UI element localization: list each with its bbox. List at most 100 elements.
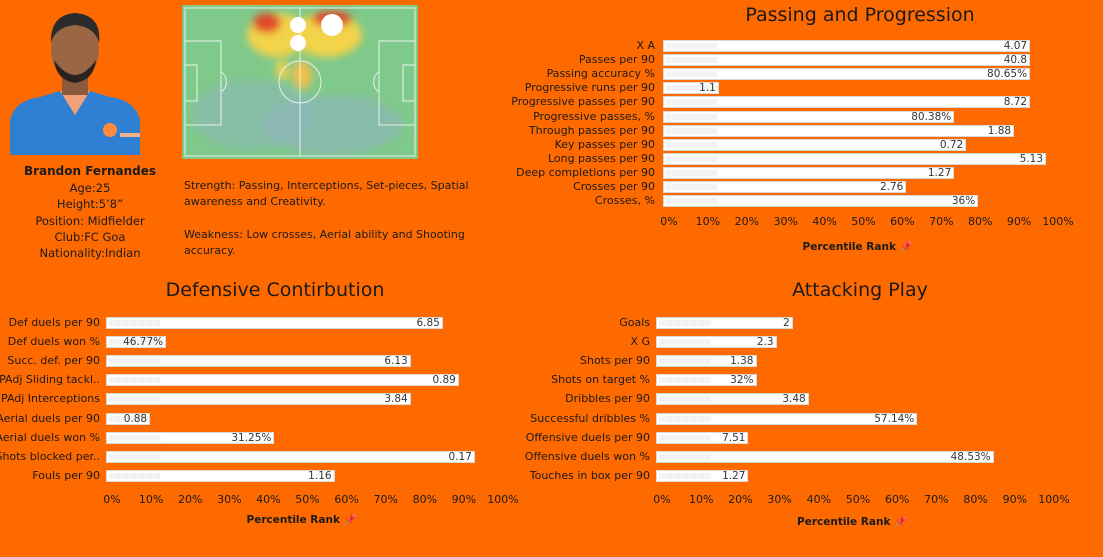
category-label: Goals bbox=[619, 316, 650, 329]
bar-value-label: 3.84 bbox=[384, 393, 408, 406]
x-tick-label: 50% bbox=[845, 493, 871, 506]
bar-attacking[interactable]: 2.3 bbox=[656, 336, 777, 349]
x-tick-label: 10% bbox=[695, 215, 721, 228]
bar-attacking[interactable]: 1.27 bbox=[656, 469, 749, 482]
player-club: Club:FC Goa bbox=[54, 230, 126, 244]
x-axis-title: Percentile Rank 📌 bbox=[797, 515, 908, 528]
category-label: X A bbox=[636, 39, 655, 52]
x-tick-label: 100% bbox=[487, 493, 519, 506]
bar-reference-shade bbox=[666, 127, 718, 134]
bar-defensive[interactable]: 6.13 bbox=[106, 355, 411, 368]
chart-title-defensive: Defensive Contirbution bbox=[165, 279, 385, 301]
x-tick-label: 50% bbox=[295, 493, 320, 506]
bar-attacking[interactable]: 1.38 bbox=[656, 355, 757, 368]
bar-value-label: 57.14% bbox=[874, 412, 915, 425]
bar-passing[interactable]: 2.76 bbox=[663, 181, 907, 193]
category-label: Touches in box per 90 bbox=[529, 468, 650, 482]
bar-value-label: 80.38% bbox=[911, 110, 952, 123]
bar-defensive[interactable]: 31.25% bbox=[106, 431, 275, 444]
bar-defensive[interactable]: 3.84 bbox=[106, 393, 411, 406]
chart-title-attacking: Attacking Play bbox=[792, 279, 928, 301]
bar-defensive[interactable]: 46.77% bbox=[106, 336, 167, 349]
x-tick-label: 0% bbox=[660, 215, 678, 228]
bar-attacking[interactable]: 2 bbox=[656, 317, 793, 329]
x-tick-label: 30% bbox=[773, 215, 798, 228]
bar-reference-shade bbox=[109, 453, 162, 460]
x-tick-label: 0% bbox=[103, 493, 121, 506]
bar-passing[interactable]: 1.88 bbox=[663, 124, 1015, 137]
bar-passing[interactable]: 80.38% bbox=[663, 110, 955, 123]
bar-reference-shade bbox=[666, 71, 718, 78]
bar-reference-shade bbox=[659, 415, 712, 422]
bar-attacking[interactable]: 3.48 bbox=[656, 393, 809, 406]
bar-passing[interactable]: 80.65% bbox=[663, 68, 1031, 81]
x-tick-label: 0% bbox=[653, 493, 671, 506]
bar-attacking[interactable]: 32% bbox=[656, 374, 757, 387]
bar-value-label: 1.27 bbox=[927, 166, 952, 179]
bar-value-label: 0.72 bbox=[939, 138, 964, 151]
x-tick-label: 60% bbox=[884, 493, 910, 506]
heatmap-marker bbox=[290, 35, 306, 51]
bar-defensive[interactable]: 6.85 bbox=[106, 317, 443, 329]
bar-defensive[interactable]: 0.17 bbox=[106, 450, 475, 463]
category-label: Progressive passes, % bbox=[533, 109, 655, 123]
bar-value-label: 48.53% bbox=[950, 450, 991, 463]
bar-reference-shade bbox=[659, 434, 712, 441]
category-label: Through passes per 90 bbox=[528, 123, 655, 137]
bar-defensive[interactable]: 1.16 bbox=[106, 469, 335, 482]
bar-reference-shade bbox=[666, 43, 718, 49]
bar-value-label: 6.85 bbox=[416, 317, 440, 329]
bar-reference-shade bbox=[109, 434, 162, 441]
bar-value-label: 46.77% bbox=[123, 336, 164, 349]
bar-defensive[interactable]: 0.89 bbox=[106, 374, 459, 387]
category-label: Key passes per 90 bbox=[554, 137, 655, 151]
x-tick-label: 20% bbox=[177, 493, 203, 506]
category-label: Successful dribbles % bbox=[530, 411, 650, 425]
pin-icon[interactable]: 📌 bbox=[890, 515, 908, 528]
bar-value-label: 2 bbox=[782, 317, 790, 329]
bar-passing[interactable]: 40.8 bbox=[663, 54, 1031, 67]
strength-text: Strength: Passing, Interceptions, Set-pi… bbox=[184, 179, 469, 208]
category-label: Shots on target % bbox=[551, 373, 650, 387]
bar-value-label: 7.51 bbox=[722, 431, 746, 444]
x-tick-label: 80% bbox=[963, 493, 988, 506]
category-label: Fouls per 90 bbox=[32, 468, 100, 482]
bar-passing[interactable]: 8.72 bbox=[663, 96, 1031, 109]
bar-value-label: 40.8 bbox=[1003, 54, 1028, 67]
x-tick-label: 90% bbox=[451, 493, 477, 506]
x-axis-title: Percentile Rank 📌 bbox=[803, 240, 914, 253]
bar-passing[interactable]: 4.07 bbox=[663, 40, 1031, 52]
weakness-text: Weakness: Low crosses, Aerial ability an… bbox=[184, 228, 465, 257]
pin-icon[interactable]: 📌 bbox=[896, 240, 914, 253]
bar-reference-shade bbox=[109, 358, 162, 365]
bar-value-label: 1.88 bbox=[987, 124, 1012, 137]
bar-passing[interactable]: 1.1 bbox=[663, 82, 719, 95]
bar-value-label: 8.72 bbox=[1003, 96, 1028, 109]
x-axis-title-text: Percentile Rank bbox=[797, 516, 891, 528]
pin-icon[interactable]: 📌 bbox=[340, 513, 358, 526]
heatmap-pitch bbox=[182, 5, 418, 159]
bar-attacking[interactable]: 7.51 bbox=[656, 431, 749, 444]
category-label: Offensive duels won % bbox=[524, 449, 650, 463]
bar-attacking[interactable]: 48.53% bbox=[656, 450, 994, 463]
bar-value-label: 3.48 bbox=[782, 393, 806, 406]
heatmap-marker bbox=[321, 14, 343, 36]
bar-passing[interactable]: 0.72 bbox=[663, 138, 967, 151]
x-tick-label: 20% bbox=[734, 215, 760, 228]
category-label: Passes per 90 bbox=[578, 53, 655, 67]
bar-passing[interactable]: 1.27 bbox=[663, 166, 955, 179]
x-tick-label: 40% bbox=[806, 493, 832, 506]
x-tick-label: 40% bbox=[812, 215, 837, 228]
bar-value-label: 0.17 bbox=[448, 450, 472, 463]
bar-defensive[interactable]: 0.88 bbox=[106, 412, 151, 425]
bar-reference-shade bbox=[109, 377, 162, 384]
bar-value-label: 32% bbox=[730, 374, 754, 387]
x-tick-label: 60% bbox=[890, 215, 915, 228]
bar-passing[interactable]: 36% bbox=[663, 195, 979, 208]
x-tick-label: 80% bbox=[967, 215, 993, 228]
bar-reference-shade bbox=[666, 184, 718, 190]
bar-reference-shade bbox=[666, 198, 718, 205]
bar-passing[interactable]: 5.13 bbox=[663, 152, 1047, 165]
category-label: Long passes per 90 bbox=[547, 151, 655, 165]
bar-attacking[interactable]: 57.14% bbox=[656, 412, 918, 425]
